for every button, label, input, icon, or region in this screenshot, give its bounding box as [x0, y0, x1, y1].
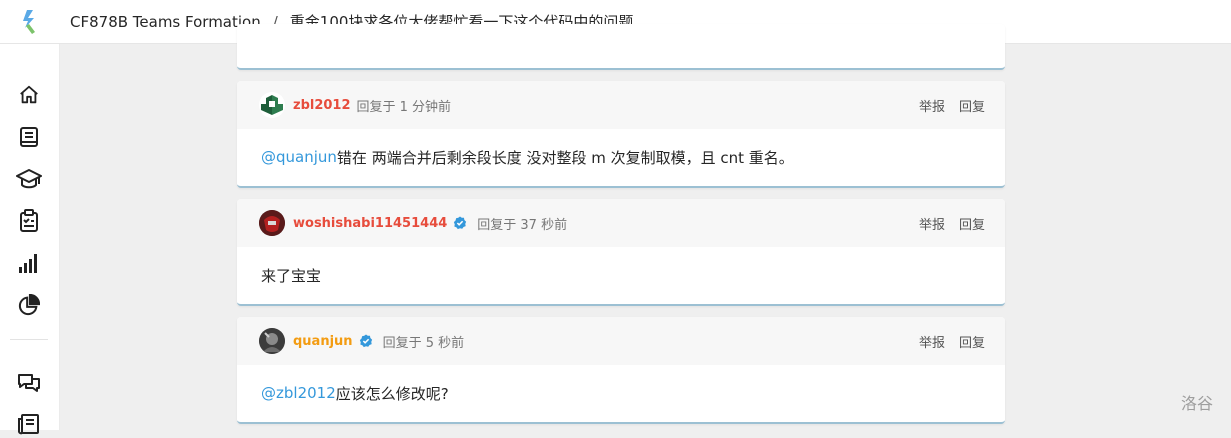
luogu-watermark: 洛谷	[1180, 394, 1213, 413]
reply-text: 应该怎么修改呢?	[335, 384, 449, 403]
reply-button[interactable]: 回复	[959, 332, 985, 351]
reply-text: 来了宝宝	[261, 266, 322, 285]
report-button[interactable]: 举报	[919, 332, 945, 351]
breadcrumb-problem[interactable]: CF878B Teams Formation	[70, 13, 261, 31]
report-button[interactable]: 举报	[919, 214, 945, 233]
discussion-replies: zbl2012 回复于 1 分钟前 举报 回复 @quanjun 错在 两端合并后…	[60, 24, 1231, 430]
previous-reply-card	[237, 24, 1005, 70]
graduation-cap-icon[interactable]	[15, 165, 43, 193]
reply-username[interactable]: zbl2012	[293, 98, 351, 113]
reply-username[interactable]: quanjun	[293, 334, 353, 349]
report-button[interactable]: 举报	[919, 96, 945, 115]
avatar[interactable]	[259, 92, 285, 118]
reply-header: woshishabi11451444 回复于 37 秒前 举报 回复	[237, 199, 1005, 247]
verified-badge-icon	[454, 216, 467, 230]
book-icon[interactable]	[15, 123, 43, 151]
reply-header: quanjun 回复于 5 秒前 举报 回复	[237, 317, 1005, 365]
reply-text: 错在 两端合并后剩余段长度 没对整段 m 次复制取模，且 cnt 重名。	[336, 148, 794, 167]
avatar[interactable]	[259, 328, 285, 354]
reply-button[interactable]: 回复	[959, 96, 985, 115]
reply-content: 来了宝宝	[237, 247, 1005, 303]
mention-link[interactable]: @zbl2012	[261, 384, 336, 402]
reply-time: 回复于 1 分钟前	[356, 99, 452, 115]
reply-card: zbl2012 回复于 1 分钟前 举报 回复 @quanjun 错在 两端合并后…	[237, 81, 1005, 188]
signal-bars-icon[interactable]	[15, 249, 43, 277]
sidebar	[0, 44, 60, 435]
reply-card: quanjun 回复于 5 秒前 举报 回复 @zbl2012 应该怎么修改呢?	[237, 317, 1005, 424]
pie-chart-icon[interactable]	[15, 291, 43, 319]
luogu-logo[interactable]	[0, 0, 60, 44]
mention-link[interactable]: @quanjun	[261, 148, 337, 166]
verified-badge-icon	[359, 334, 372, 348]
chat-bubbles-icon[interactable]	[15, 369, 43, 397]
reply-content: @quanjun 错在 两端合并后剩余段长度 没对整段 m 次复制取模，且 cnt…	[237, 129, 1005, 185]
avatar[interactable]	[259, 210, 285, 236]
reply-content: @zbl2012 应该怎么修改呢?	[237, 365, 1005, 421]
reply-time: 回复于 37 秒前	[477, 217, 568, 233]
home-icon[interactable]	[15, 81, 43, 109]
clipboard-icon[interactable]	[15, 207, 43, 235]
reply-header: zbl2012 回复于 1 分钟前 举报 回复	[237, 81, 1005, 129]
reply-button[interactable]: 回复	[959, 214, 985, 233]
sidebar-divider	[10, 339, 48, 340]
newspaper-icon[interactable]	[15, 410, 43, 438]
reply-time: 回复于 5 秒前	[382, 335, 465, 351]
reply-card: woshishabi11451444 回复于 37 秒前 举报 回复 来了宝宝	[237, 199, 1005, 306]
reply-username[interactable]: woshishabi11451444	[293, 216, 447, 231]
